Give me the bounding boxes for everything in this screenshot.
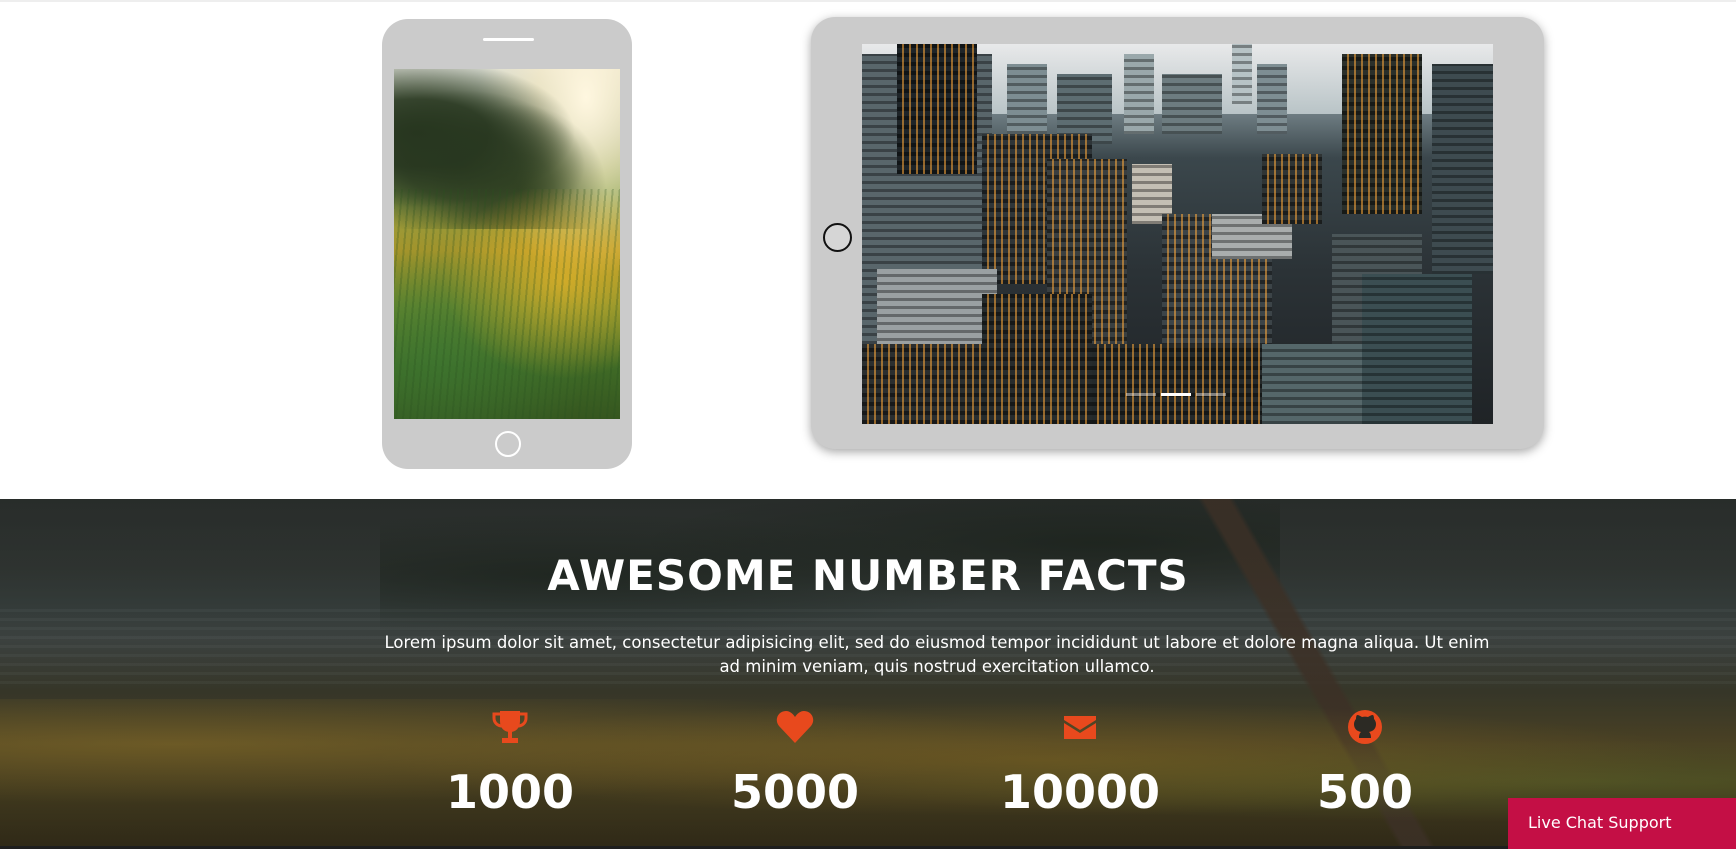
tablet-slider-image[interactable]	[862, 44, 1493, 424]
slider-dot-2[interactable]	[1161, 393, 1191, 396]
envelope-icon	[1064, 716, 1096, 739]
section-description: Lorem ipsum dolor sit amet, consectetur …	[384, 633, 1490, 676]
building	[1162, 74, 1222, 134]
fact-number: 500	[1316, 765, 1414, 819]
building	[1007, 64, 1047, 134]
github-icon	[1348, 710, 1382, 744]
heart-icon	[776, 711, 814, 743]
building	[897, 44, 977, 174]
building	[1262, 154, 1322, 224]
phone-speaker	[483, 38, 534, 41]
building	[1124, 54, 1154, 134]
live-chat-button[interactable]: Live Chat Support	[1508, 798, 1736, 849]
trophy-icon	[492, 711, 528, 743]
building	[1362, 274, 1472, 424]
fact-number: 10000	[999, 765, 1161, 819]
tablet-mockup	[811, 17, 1544, 449]
building	[1432, 64, 1493, 274]
building	[1342, 54, 1422, 214]
fact-item: 10000	[980, 707, 1180, 819]
building	[877, 269, 997, 349]
building	[1232, 44, 1252, 104]
grass-field	[394, 189, 620, 419]
slider-dot-1[interactable]	[1126, 393, 1156, 396]
fact-item: 500	[1265, 707, 1465, 819]
tablet-home-button	[823, 223, 852, 252]
top-divider	[0, 0, 1736, 2]
fact-number: 5000	[730, 765, 860, 819]
building	[1257, 64, 1287, 134]
building	[1262, 344, 1362, 424]
fact-item: 5000	[695, 707, 895, 819]
fact-number: 1000	[445, 765, 575, 819]
section-title: AWESOME NUMBER FACTS	[547, 551, 1189, 600]
number-facts-section: AWESOME NUMBER FACTS Lorem ipsum dolor s…	[0, 499, 1736, 849]
building	[982, 294, 1092, 424]
building	[862, 344, 982, 424]
phone-home-button	[495, 431, 521, 457]
phone-mockup	[382, 19, 632, 469]
phone-screen-image	[394, 69, 620, 419]
fact-item: 1000	[410, 707, 610, 819]
building	[1092, 344, 1262, 424]
slider-indicators[interactable]	[1126, 393, 1236, 396]
slider-dot-3[interactable]	[1196, 393, 1226, 396]
